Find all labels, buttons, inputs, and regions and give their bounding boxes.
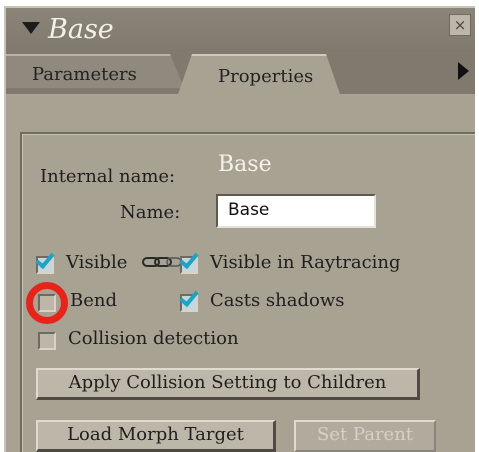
close-button[interactable]: × xyxy=(449,14,471,36)
tab-bar: Parameters Properties xyxy=(6,52,475,94)
name-label: Name: xyxy=(120,202,181,223)
collision-detection-checkbox[interactable] xyxy=(38,332,56,350)
tab-scroll-right-icon[interactable] xyxy=(458,62,469,80)
set-parent-button[interactable]: Set Parent xyxy=(294,420,436,452)
internal-name-value: Base xyxy=(218,152,272,177)
tab-properties-label: Properties xyxy=(218,66,314,87)
internal-name-label: Internal name: xyxy=(40,166,176,187)
highlight-ring xyxy=(26,282,68,324)
visible-label: Visible xyxy=(66,252,128,273)
panel-titlebar[interactable]: Base × xyxy=(6,8,475,52)
properties-content: Internal name: Base Name: Base Visible V… xyxy=(6,94,475,452)
visible-in-raytracing-checkbox[interactable] xyxy=(179,248,199,274)
casts-shadows-label: Casts shadows xyxy=(210,290,345,311)
tab-parameters-label: Parameters xyxy=(32,64,137,85)
bend-label: Bend xyxy=(70,290,117,311)
collision-detection-label: Collision detection xyxy=(68,328,239,349)
tab-properties[interactable]: Properties xyxy=(178,54,340,94)
properties-panel: Base × Parameters Properties Internal na… xyxy=(4,6,475,452)
visible-in-raytracing-label: Visible in Raytracing xyxy=(210,252,401,273)
panel-title: Base xyxy=(48,14,114,45)
load-morph-target-button[interactable]: Load Morph Target xyxy=(36,420,276,452)
name-field[interactable]: Base xyxy=(216,194,376,228)
chain-link-icon xyxy=(142,257,182,267)
tab-parameters[interactable]: Parameters xyxy=(6,54,184,88)
casts-shadows-checkbox[interactable] xyxy=(179,286,199,312)
collapse-triangle-icon[interactable] xyxy=(22,22,40,34)
visible-checkbox[interactable] xyxy=(35,248,55,274)
apply-collision-button[interactable]: Apply Collision Setting to Children xyxy=(36,368,420,400)
